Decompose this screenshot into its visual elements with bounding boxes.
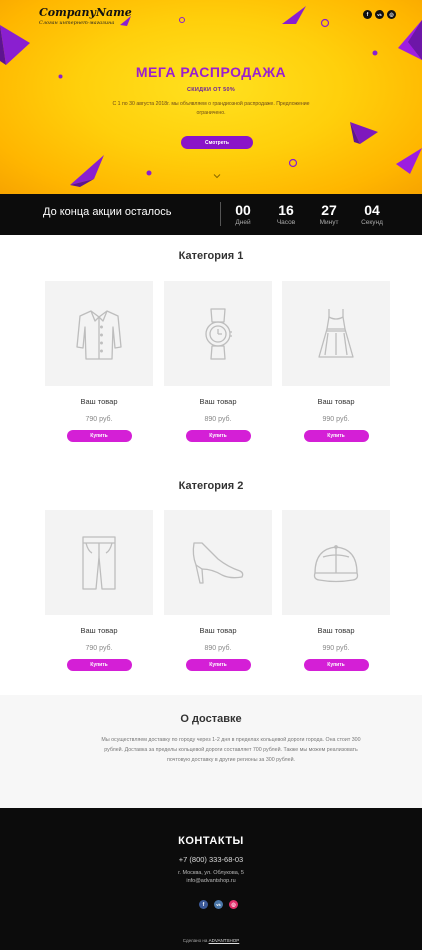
product-price: 790 руб. xyxy=(85,645,113,652)
hero-description: С 1 по 30 августа 2018г. мы объявляем о … xyxy=(112,101,310,116)
vk-icon[interactable]: vk xyxy=(375,10,384,19)
cap-icon xyxy=(313,544,359,582)
facebook-icon[interactable]: f xyxy=(363,10,372,19)
countdown-label: До конца акции осталось xyxy=(43,206,172,218)
decor-triangle-icon xyxy=(0,25,30,65)
dress-icon xyxy=(318,308,354,358)
product-price: 890 руб. xyxy=(204,645,232,652)
decor-ring-icon xyxy=(320,18,330,28)
product-name[interactable]: Ваш товар xyxy=(282,626,390,635)
instagram-icon[interactable]: ◎ xyxy=(229,900,238,909)
decor-triangle-icon xyxy=(282,6,306,24)
countdown-caption: Часов xyxy=(276,219,296,226)
product-image[interactable] xyxy=(282,281,390,386)
countdown-value: 27 xyxy=(321,202,337,218)
product-image[interactable] xyxy=(164,510,272,615)
header-social-links: f vk ◎ xyxy=(363,10,396,19)
decor-triangle-icon xyxy=(396,148,422,174)
decor-triangle-icon xyxy=(398,20,422,60)
company-logo[interactable]: CompanyName Слоган интернет-магазина xyxy=(39,6,132,26)
delivery-title: О доставке xyxy=(180,713,242,725)
countdown-days: 00 Дней xyxy=(226,202,260,226)
decor-dot-icon xyxy=(146,170,152,176)
countdown-caption: Секунд xyxy=(361,219,383,226)
countdown-value: 04 xyxy=(364,202,380,218)
buy-button[interactable]: Купить xyxy=(303,430,369,442)
chevron-down-icon[interactable] xyxy=(213,172,221,180)
product-name[interactable]: Ваш товар xyxy=(45,397,153,406)
product-image[interactable] xyxy=(282,510,390,615)
vk-icon[interactable]: vk xyxy=(214,900,223,909)
hero-banner: CompanyName Слоган интернет-магазина f v… xyxy=(0,0,422,194)
delivery-text: Мы осуществляем доставку по городу через… xyxy=(101,737,361,763)
product-name[interactable]: Ваш товар xyxy=(164,397,272,406)
instagram-icon[interactable]: ◎ xyxy=(387,10,396,19)
buy-button[interactable]: Купить xyxy=(303,659,369,671)
category-title: Категория 2 xyxy=(178,480,244,492)
hero-subtitle: СКИДКИ ОТ 50% xyxy=(186,87,236,93)
product-card: Ваш товар 990 руб. Купить xyxy=(282,281,390,442)
decor-dot-icon xyxy=(372,50,378,56)
buy-button[interactable]: Купить xyxy=(66,430,132,442)
watch-icon xyxy=(205,307,232,360)
contact-address: г. Москва, ул. Облукова, 5 xyxy=(178,870,244,876)
product-card: Ваш товар 990 руб. Купить xyxy=(282,510,390,671)
countdown-divider xyxy=(220,202,221,226)
shorts-icon xyxy=(82,535,116,590)
buy-button[interactable]: Купить xyxy=(185,659,251,671)
facebook-icon[interactable]: f xyxy=(199,900,208,909)
category-title: Категория 1 xyxy=(178,250,244,262)
product-card: Ваш товар 890 руб. Купить xyxy=(164,510,272,671)
company-name: CompanyName xyxy=(39,6,132,19)
decor-triangle-icon xyxy=(70,155,104,187)
product-image[interactable] xyxy=(45,510,153,615)
product-price: 990 руб. xyxy=(322,645,350,652)
product-name[interactable]: Ваш товар xyxy=(282,397,390,406)
made-prefix: Сделано на xyxy=(182,938,208,943)
product-card: Ваш товар 790 руб. Купить xyxy=(45,281,153,442)
product-name[interactable]: Ваш товар xyxy=(45,626,153,635)
countdown-hours: 16 Часов xyxy=(269,202,303,226)
contact-phone[interactable]: +7 (800) 333-68-03 xyxy=(0,855,422,864)
decor-ring-icon xyxy=(288,158,298,168)
countdown-bar: До конца акции осталось 00 Дней 16 Часов… xyxy=(0,194,422,235)
countdown-minutes: 27 Минут xyxy=(312,202,346,226)
footer-social-links: f vk ◎ xyxy=(199,900,238,909)
decor-triangle-icon xyxy=(350,122,378,144)
contacts-footer: КОНТАКТЫ +7 (800) 333-68-03 г. Москва, у… xyxy=(0,808,422,950)
decor-ring-icon xyxy=(179,17,185,23)
contact-email[interactable]: info@advantshop.ru xyxy=(0,878,422,884)
product-card: Ваш товар 790 руб. Купить xyxy=(45,510,153,671)
company-slogan: Слоган интернет-магазина xyxy=(39,20,115,26)
countdown-value: 16 xyxy=(278,202,294,218)
advantshop-link[interactable]: ADVANTSHOP xyxy=(209,938,240,943)
product-card: Ваш товар 890 руб. Купить xyxy=(164,281,272,442)
countdown-caption: Дней xyxy=(235,219,251,226)
product-price: 790 руб. xyxy=(85,416,113,423)
product-image[interactable] xyxy=(164,281,272,386)
product-name[interactable]: Ваш товар xyxy=(164,626,272,635)
countdown-caption: Минут xyxy=(319,219,339,226)
hero-title: МЕГА РАСПРОДАЖА xyxy=(135,64,287,80)
countdown-seconds: 04 Секунд xyxy=(355,202,389,226)
countdown-value: 00 xyxy=(235,202,251,218)
made-with-note: Сделано на ADVANTSHOP xyxy=(0,938,422,943)
buy-button[interactable]: Купить xyxy=(66,659,132,671)
delivery-section: О доставке Мы осуществляем доставку по г… xyxy=(0,695,422,808)
buy-button[interactable]: Купить xyxy=(185,430,251,442)
contacts-title: КОНТАКТЫ xyxy=(178,835,244,847)
product-price: 890 руб. xyxy=(204,416,232,423)
high-heel-icon xyxy=(192,541,244,584)
shirt-icon xyxy=(76,309,122,360)
product-price: 990 руб. xyxy=(322,416,350,423)
view-button[interactable]: Смотреть xyxy=(181,136,253,149)
product-image[interactable] xyxy=(45,281,153,386)
